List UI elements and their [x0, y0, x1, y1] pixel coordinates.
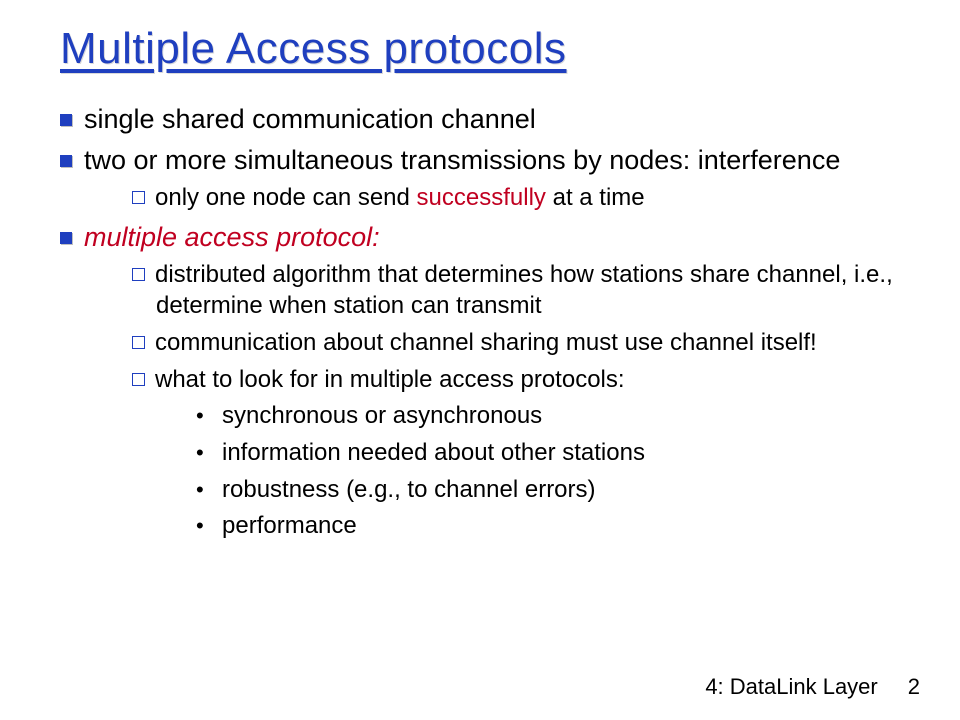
square-bullet-icon: [60, 155, 72, 167]
bullet-item: single shared communication channel: [60, 102, 900, 137]
bullet-text: only one node can send successfully at a…: [155, 184, 645, 211]
bullet-text: information needed about other stations: [222, 439, 645, 466]
bullet-item: •performance: [214, 511, 900, 542]
text-fragment: only one node can send: [155, 184, 417, 211]
bullet-text: communication about channel sharing must…: [155, 329, 817, 356]
hollow-square-bullet-icon: [132, 191, 145, 204]
bullet-item: multiple access protocol: distributed al…: [60, 220, 900, 542]
bullet-text: single shared communication channel: [84, 104, 536, 134]
bullet-item: two or more simultaneous transmissions b…: [60, 143, 900, 214]
square-bullet-icon: [60, 114, 72, 126]
text-fragment: at a time: [546, 184, 645, 211]
bullet-item: only one node can send successfully at a…: [132, 183, 900, 214]
bullet-item: what to look for in multiple access prot…: [132, 365, 900, 543]
bullet-item: •information needed about other stations: [214, 438, 900, 469]
bullet-item: distributed algorithm that determines ho…: [132, 260, 900, 321]
bullet-list-level3: •synchronous or asynchronous •informatio…: [156, 401, 900, 542]
bullet-item: •synchronous or asynchronous: [214, 401, 900, 432]
bullet-text: distributed algorithm that determines ho…: [155, 261, 893, 319]
footer-label: 4: DataLink Layer: [705, 674, 877, 699]
hollow-square-bullet-icon: [132, 268, 145, 281]
slide: Multiple Access protocols single shared …: [0, 0, 960, 720]
bullet-item: •robustness (e.g., to channel errors): [214, 475, 900, 506]
bullet-list-level1: single shared communication channel two …: [60, 102, 900, 542]
slide-footer: 4: DataLink Layer 2: [705, 674, 920, 700]
bullet-text: two or more simultaneous transmissions b…: [84, 145, 840, 175]
slide-title: Multiple Access protocols: [60, 24, 900, 74]
bullet-item: communication about channel sharing must…: [132, 328, 900, 359]
bullet-text-emphasis: multiple access protocol:: [84, 222, 380, 252]
hollow-square-bullet-icon: [132, 373, 145, 386]
bullet-text: performance: [222, 512, 357, 539]
hollow-square-bullet-icon: [132, 336, 145, 349]
bullet-text: synchronous or asynchronous: [222, 402, 542, 429]
page-number: 2: [908, 674, 920, 700]
square-bullet-icon: [60, 232, 72, 244]
bullet-list-level2: only one node can send successfully at a…: [88, 183, 900, 214]
emphasis-text: successfully: [417, 184, 546, 211]
bullet-list-level2: distributed algorithm that determines ho…: [88, 260, 900, 542]
bullet-text: robustness (e.g., to channel errors): [222, 476, 596, 503]
bullet-text: what to look for in multiple access prot…: [155, 366, 625, 393]
